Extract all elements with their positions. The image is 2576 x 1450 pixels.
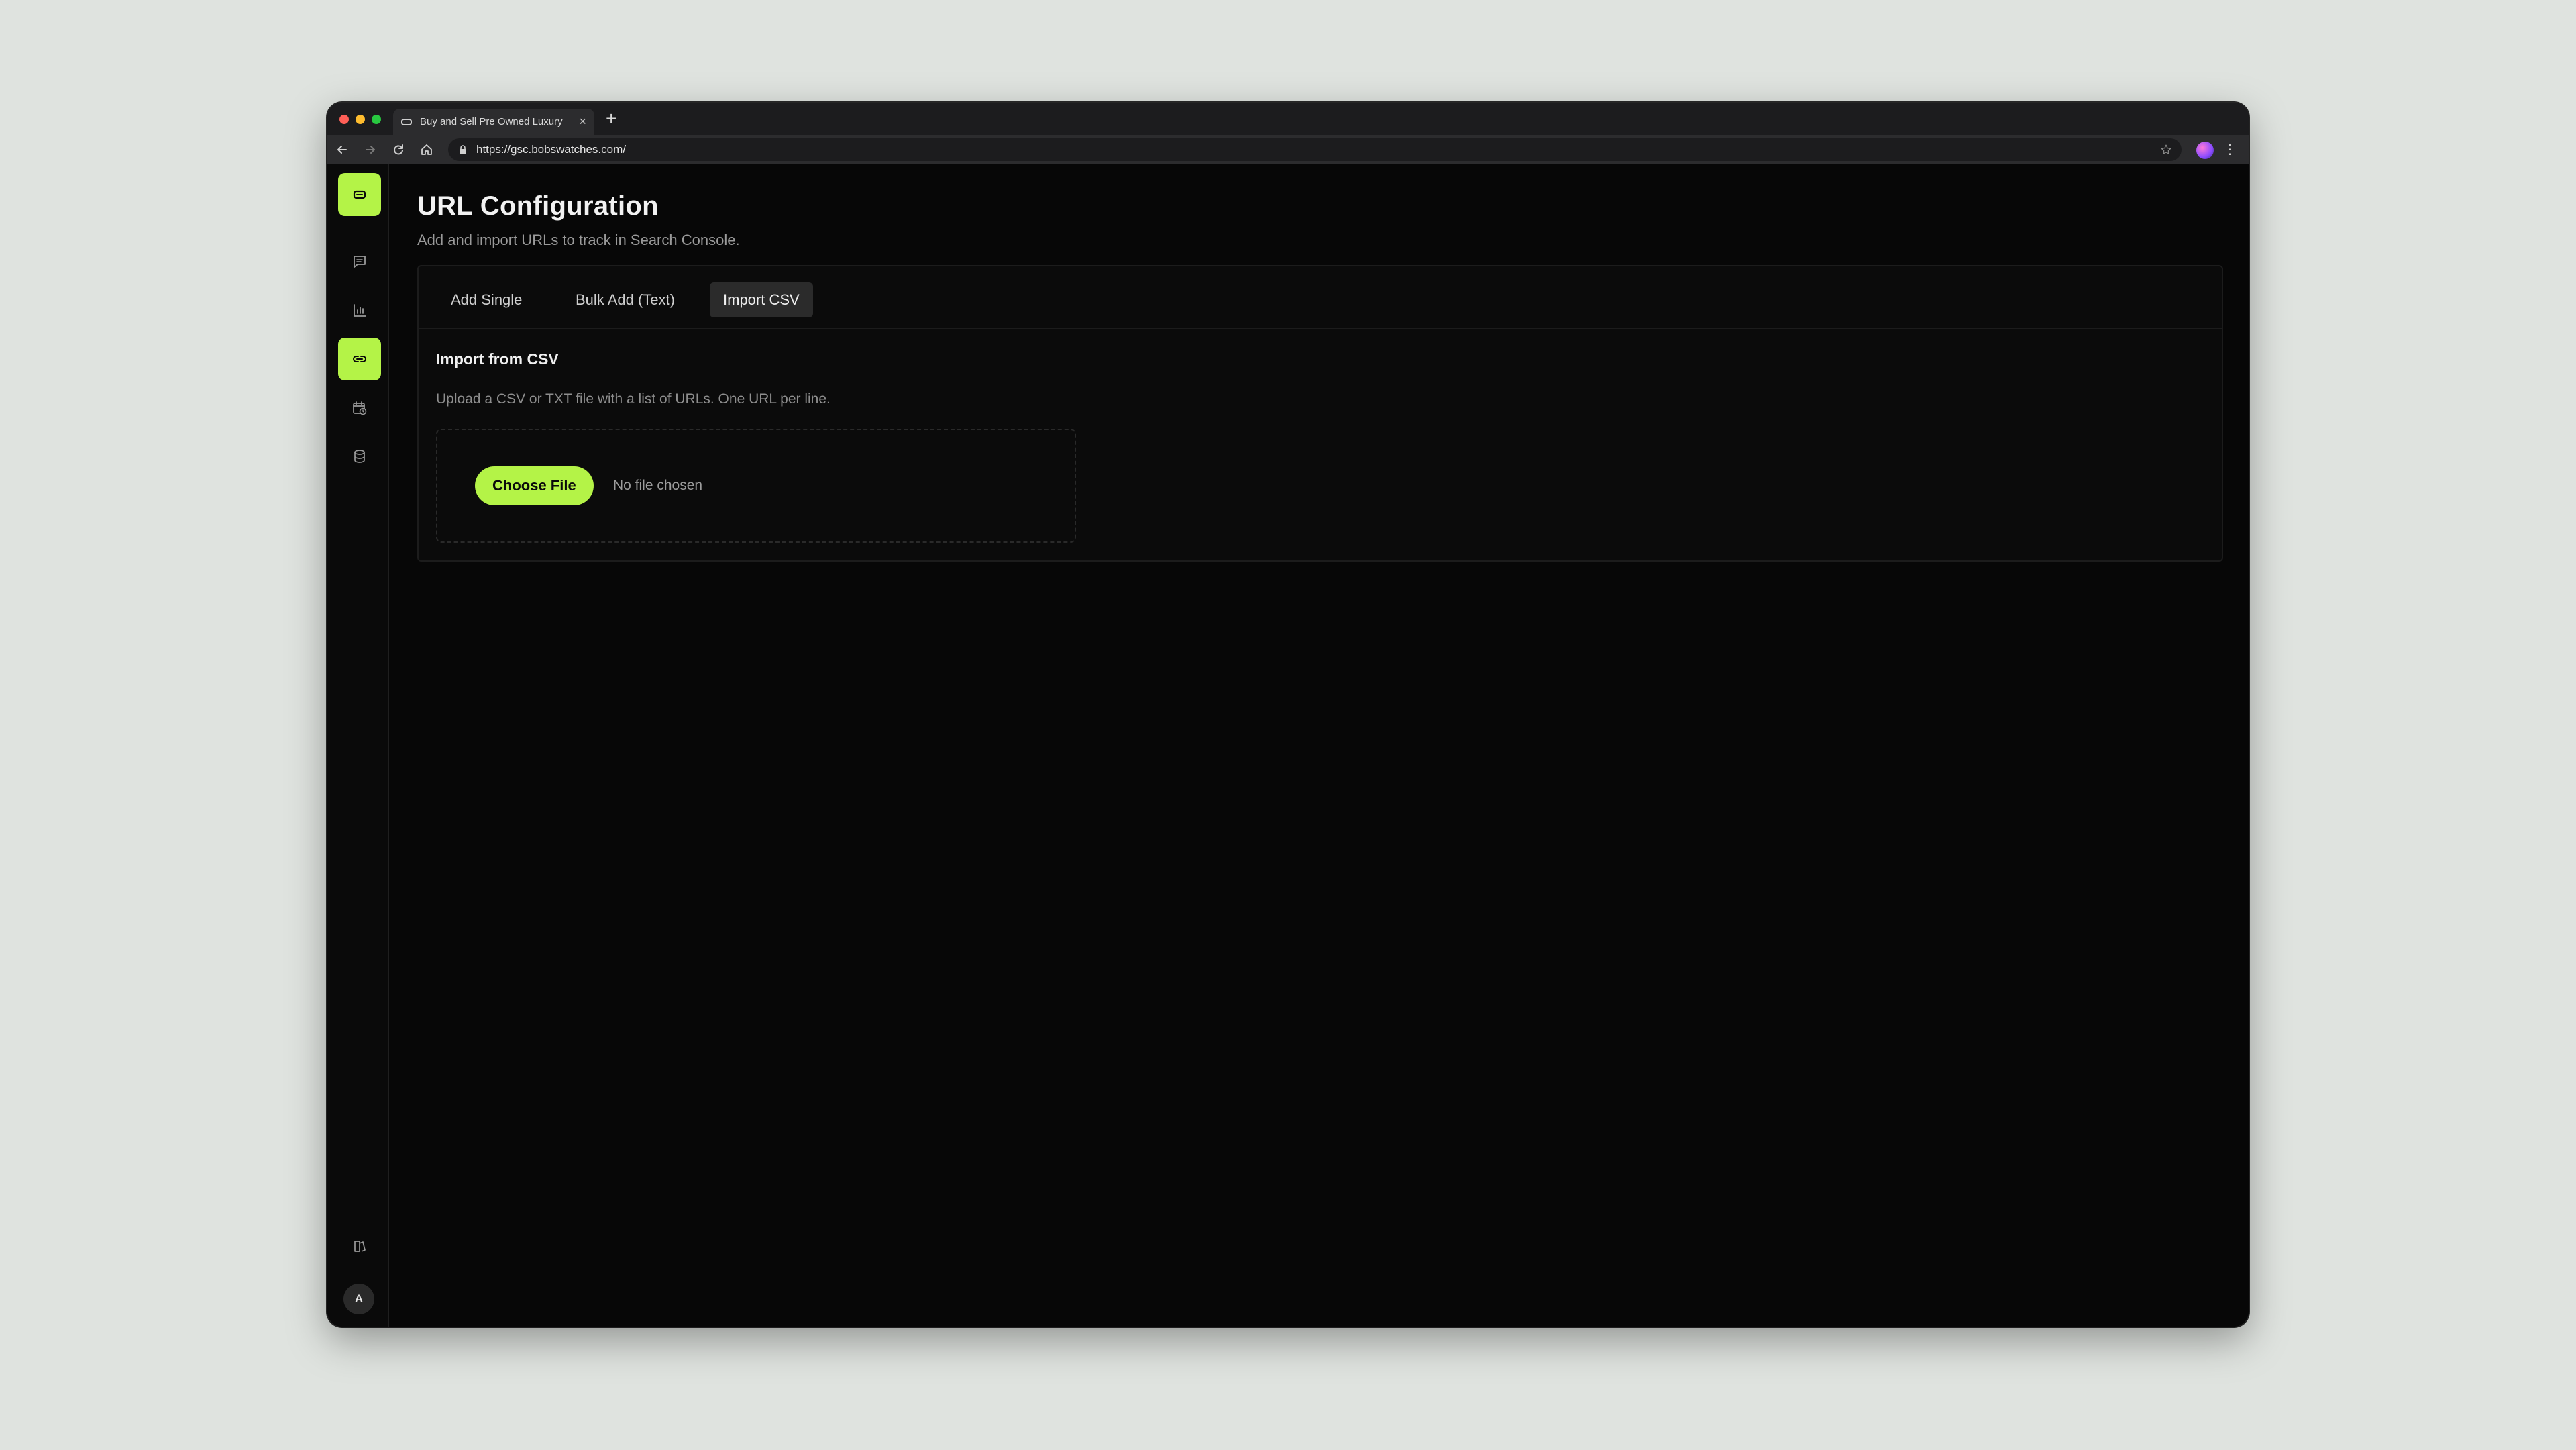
browser-tab[interactable]: Buy and Sell Pre Owned Luxury ×	[393, 109, 594, 135]
tab-bar: Add Single Bulk Add (Text) Import CSV	[419, 266, 2222, 329]
reload-icon[interactable]	[385, 138, 412, 162]
page-title: URL Configuration	[417, 191, 659, 221]
sidebar-item-schedule[interactable]	[338, 386, 381, 429]
browser-toolbar: https://gsc.bobswatches.com/ ⋮	[327, 135, 2249, 164]
browser-window: Buy and Sell Pre Owned Luxury × + https:…	[327, 103, 2249, 1327]
profile-avatar-icon[interactable]	[2196, 142, 2214, 159]
forward-icon[interactable]	[357, 138, 384, 162]
sidebar-item-database[interactable]	[338, 435, 381, 478]
bar-chart-icon	[354, 304, 366, 317]
favicon-icon	[401, 118, 412, 125]
logo-icon[interactable]	[338, 173, 381, 216]
url-text: https://gsc.bobswatches.com/	[476, 143, 626, 156]
maximize-window-button[interactable]	[372, 115, 381, 124]
message-icon	[354, 256, 366, 268]
tab-import-csv[interactable]: Import CSV	[710, 282, 813, 317]
import-description: Upload a CSV or TXT file with a list of …	[436, 391, 830, 407]
import-section-title: Import from CSV	[436, 350, 559, 368]
tab-add-single[interactable]: Add Single	[437, 282, 535, 317]
url-config-card: Add Single Bulk Add (Text) Import CSV Im…	[417, 265, 2223, 562]
database-icon	[354, 450, 365, 463]
address-bar[interactable]: https://gsc.bobswatches.com/	[448, 138, 2182, 161]
tab-close-icon[interactable]: ×	[579, 115, 586, 129]
avatar[interactable]: A	[343, 1284, 374, 1314]
page-subtitle: Add and import URLs to track in Search C…	[417, 231, 740, 248]
file-status-text: No file chosen	[613, 478, 703, 493]
close-window-button[interactable]	[339, 115, 349, 124]
docs-icon	[354, 1241, 366, 1252]
browser-menu-icon[interactable]: ⋮	[2223, 142, 2237, 158]
sidebar: A	[327, 164, 389, 1327]
tab-bulk-add-text[interactable]: Bulk Add (Text)	[562, 282, 688, 317]
calendar-clock-icon	[353, 401, 367, 415]
sidebar-item-messages[interactable]	[338, 240, 381, 283]
sidebar-item-docs[interactable]	[338, 1225, 381, 1267]
new-tab-button[interactable]: +	[606, 108, 616, 130]
app: A URL Configuration Add and import URLs …	[327, 164, 2249, 1327]
choose-file-button[interactable]: Choose File	[475, 466, 594, 505]
bookmark-star-icon[interactable]	[2160, 144, 2172, 156]
lock-icon	[460, 145, 466, 154]
minimize-window-button[interactable]	[356, 115, 365, 124]
sidebar-item-urls[interactable]	[338, 338, 381, 380]
tab-strip: Buy and Sell Pre Owned Luxury × +	[327, 103, 2249, 135]
back-icon[interactable]	[329, 138, 356, 162]
home-icon[interactable]	[413, 138, 440, 162]
tab-title: Buy and Sell Pre Owned Luxury	[420, 116, 563, 127]
sidebar-item-analytics[interactable]	[338, 289, 381, 332]
file-dropzone[interactable]: Choose File No file chosen	[436, 429, 1076, 543]
link-icon	[353, 356, 366, 362]
